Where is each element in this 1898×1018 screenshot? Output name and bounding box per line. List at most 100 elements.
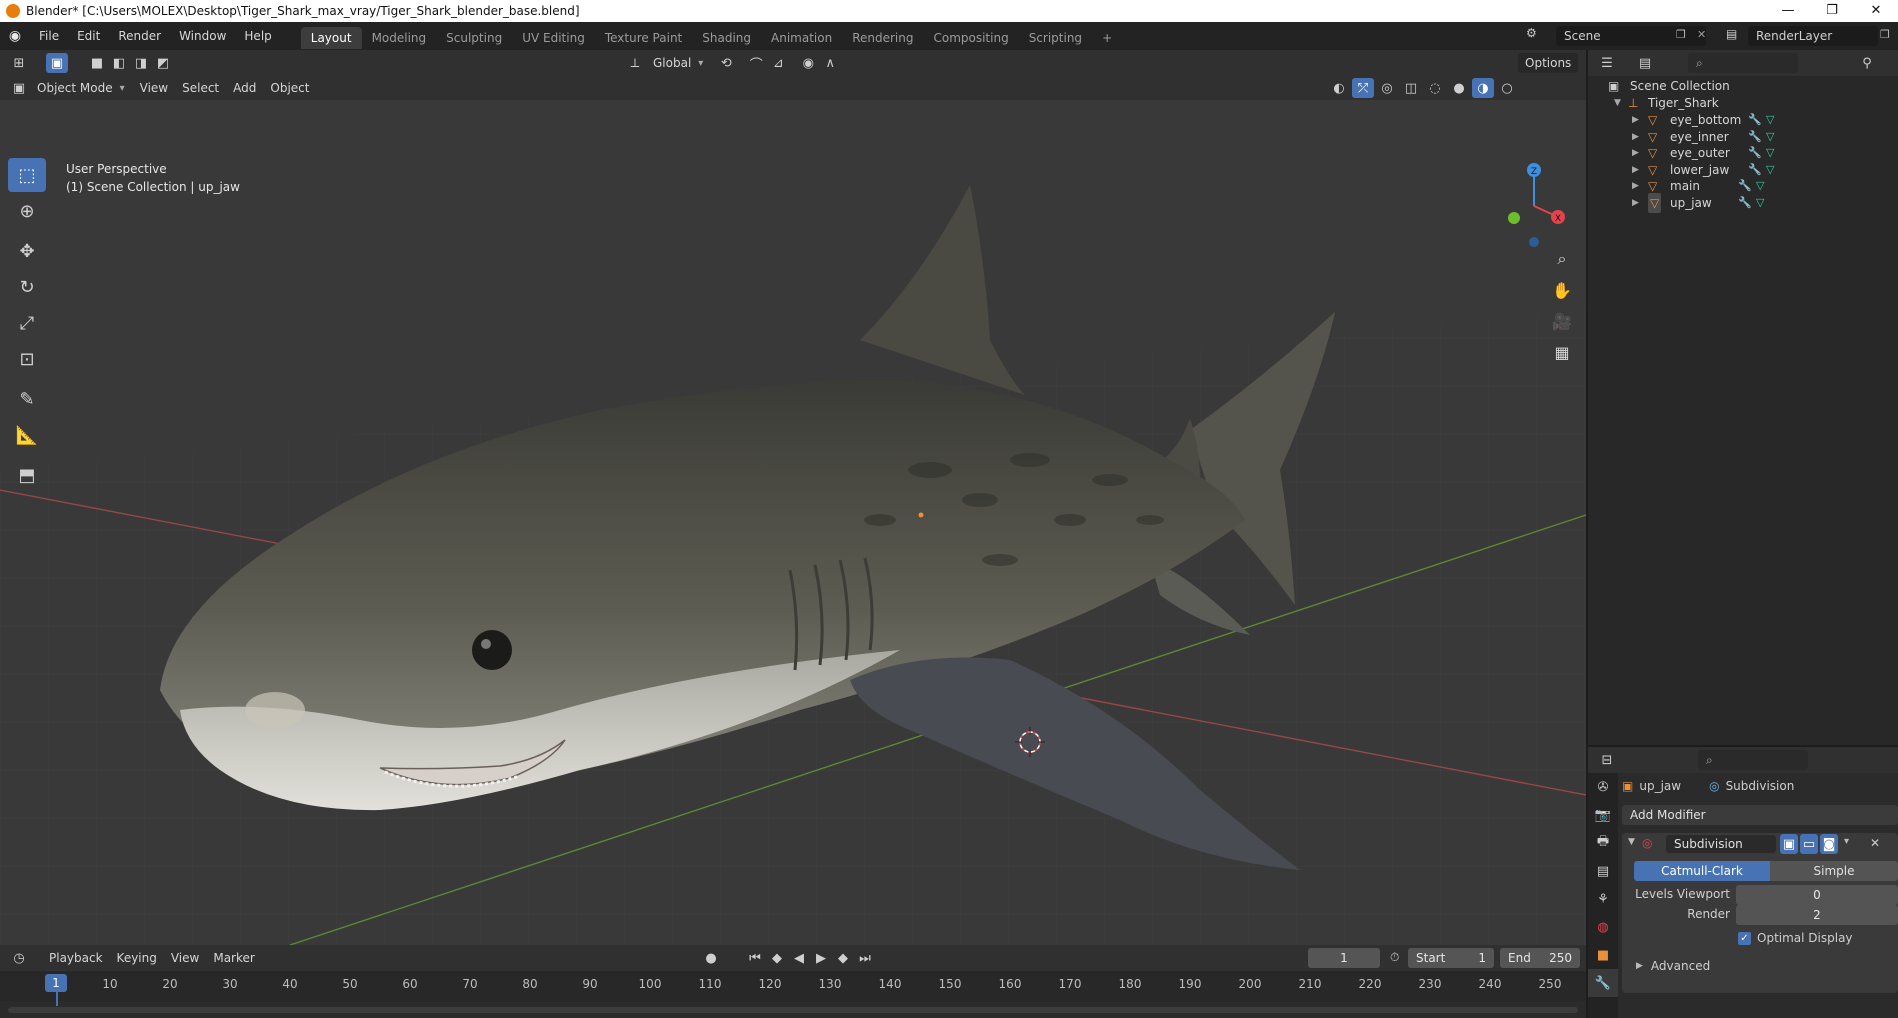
- jump-end-icon[interactable]: ⏭: [854, 948, 876, 968]
- tab-shading[interactable]: Shading: [692, 27, 761, 49]
- pivot-point-icon[interactable]: ⟲: [715, 53, 737, 73]
- edit-mode-toggle-icon[interactable]: ▣: [1780, 834, 1798, 854]
- current-frame-field[interactable]: 1: [1308, 948, 1380, 968]
- timeline-editor-type-icon[interactable]: ◷: [8, 948, 30, 968]
- menu-view[interactable]: View: [133, 78, 175, 98]
- gizmo-toggle-icon[interactable]: ⤱: [1352, 78, 1374, 98]
- mode-dropdown[interactable]: Object Mode: [30, 78, 120, 98]
- levels-viewport-field[interactable]: 0: [1736, 885, 1898, 905]
- modifier-wrench-icon[interactable]: 🔧: [1738, 193, 1752, 213]
- play-reverse-icon[interactable]: ◀: [788, 948, 810, 968]
- output-tab-icon[interactable]: 🖶: [1588, 829, 1618, 857]
- measure-tool-icon[interactable]: 📐: [8, 418, 46, 452]
- minimize-button[interactable]: —: [1766, 0, 1810, 22]
- next-keyframe-icon[interactable]: ◆: [832, 948, 854, 968]
- transform-orientation-dropdown[interactable]: Global: [646, 53, 698, 73]
- view-layer-icon[interactable]: ▤: [1726, 27, 1737, 41]
- proportional-edit-icon[interactable]: ◉: [797, 53, 819, 73]
- annotate-tool-icon[interactable]: ✎: [8, 382, 46, 416]
- menu-keying[interactable]: Keying: [110, 948, 164, 968]
- selection-intersect-icon[interactable]: ◩: [152, 53, 174, 73]
- modifier-tab-icon[interactable]: 🔧: [1588, 969, 1618, 997]
- menu-marker[interactable]: Marker: [206, 948, 261, 968]
- scale-tool-icon[interactable]: ⤢: [8, 306, 46, 340]
- cursor-tool-icon[interactable]: ⊕: [8, 194, 46, 228]
- ortho-grid-icon[interactable]: ▦: [1548, 338, 1576, 366]
- timeline-ruler[interactable]: 10 20 30 40 50 60 70 80 90 100 110 120 130 140 150 160 1…: [0, 971, 1586, 1006]
- selection-extend-icon[interactable]: ◧: [108, 53, 130, 73]
- falloff-icon[interactable]: ∧: [819, 53, 841, 73]
- shading-solid-icon[interactable]: ●: [1448, 78, 1470, 98]
- jump-start-icon[interactable]: ⏮: [744, 948, 766, 968]
- tab-layout[interactable]: Layout: [300, 27, 362, 49]
- remove-modifier-icon[interactable]: ✕: [1870, 836, 1880, 850]
- timeline-scrollbar[interactable]: [8, 1007, 1578, 1013]
- menu-edit[interactable]: Edit: [68, 22, 109, 50]
- start-frame-field[interactable]: Start 1: [1408, 948, 1494, 968]
- display-mode-icon[interactable]: ▤: [1634, 53, 1656, 73]
- simple-button[interactable]: Simple: [1770, 861, 1898, 881]
- menu-timeline-view[interactable]: View: [164, 948, 206, 968]
- stopwatch-icon[interactable]: ⏱: [1390, 950, 1399, 965]
- advanced-subpanel[interactable]: ▶ Advanced: [1636, 959, 1710, 973]
- expand-triangle-icon[interactable]: ▶: [1632, 193, 1639, 213]
- play-icon[interactable]: ▶: [810, 948, 832, 968]
- add-cube-tool-icon[interactable]: ⬒: [8, 458, 46, 492]
- tool-tab-icon[interactable]: ✇: [1588, 773, 1618, 801]
- blender-menu-icon[interactable]: ◉: [0, 28, 30, 44]
- selection-subtract-icon[interactable]: ◨: [130, 53, 152, 73]
- properties-editor-type-icon[interactable]: ⊟: [1596, 750, 1618, 770]
- editor-type-icon[interactable]: ⊞: [8, 53, 30, 73]
- end-frame-field[interactable]: End 250: [1500, 948, 1580, 968]
- camera-view-icon[interactable]: 🎥: [1548, 307, 1576, 335]
- outliner-search-input[interactable]: ⌕: [1688, 53, 1798, 73]
- menu-select[interactable]: Select: [175, 78, 226, 98]
- selection-new-icon[interactable]: ■: [86, 53, 108, 73]
- scene-copy-icon[interactable]: ❐: [1676, 28, 1686, 41]
- xray-icon[interactable]: ◫: [1400, 78, 1422, 98]
- view-layer-selector[interactable]: RenderLayer: [1748, 26, 1878, 46]
- tab-scripting[interactable]: Scripting: [1019, 27, 1092, 49]
- modifier-name-field[interactable]: Subdivision: [1666, 835, 1776, 853]
- tab-sculpting[interactable]: Sculpting: [436, 27, 512, 49]
- pan-hand-icon[interactable]: ✋: [1548, 276, 1576, 304]
- scene-icon[interactable]: ⚙: [1526, 26, 1537, 40]
- menu-file[interactable]: File: [30, 22, 68, 50]
- object-mode-icon[interactable]: ▣: [8, 78, 30, 98]
- tab-animation[interactable]: Animation: [761, 27, 842, 49]
- options-dropdown[interactable]: Options: [1518, 53, 1579, 73]
- tab-texture-paint[interactable]: Texture Paint: [595, 27, 692, 49]
- render-levels-field[interactable]: 2: [1736, 905, 1898, 925]
- shading-wireframe-icon[interactable]: ◌: [1424, 78, 1446, 98]
- move-tool-icon[interactable]: ✥: [8, 234, 46, 268]
- snap-element-icon[interactable]: ⊿: [767, 53, 789, 73]
- menu-playback[interactable]: Playback: [42, 948, 110, 968]
- overlays-icon[interactable]: ◎: [1376, 78, 1398, 98]
- scene-remove-icon[interactable]: ✕: [1697, 28, 1706, 41]
- snap-icon[interactable]: ⌒: [745, 53, 767, 73]
- navigation-gizmo[interactable]: Z X: [1490, 158, 1570, 248]
- optimal-display-checkbox[interactable]: ✓ Optimal Display: [1738, 931, 1853, 945]
- properties-search-input[interactable]: ⌕: [1698, 750, 1808, 770]
- close-window-button[interactable]: ✕: [1854, 0, 1898, 22]
- outliner-row-up-jaw[interactable]: ▶ ▽ up_jaw 🔧 ▽: [1588, 192, 1898, 213]
- menu-add[interactable]: Add: [226, 78, 263, 98]
- menu-render[interactable]: Render: [109, 22, 170, 50]
- menu-window[interactable]: Window: [170, 22, 235, 50]
- mesh-data-icon[interactable]: ▽: [1756, 193, 1764, 213]
- menu-object[interactable]: Object: [263, 78, 316, 98]
- shading-rendered-icon[interactable]: ○: [1496, 78, 1518, 98]
- render-tab-icon[interactable]: 📷: [1588, 801, 1618, 829]
- render-toggle-icon[interactable]: ◙: [1820, 834, 1838, 854]
- add-workspace-button[interactable]: +: [1092, 27, 1122, 49]
- view-layer-copy-icon[interactable]: ❐: [1880, 28, 1890, 41]
- prev-keyframe-icon[interactable]: ◆: [766, 948, 788, 968]
- add-modifier-button[interactable]: Add Modifier: [1622, 805, 1898, 825]
- outliner-editor-type-icon[interactable]: ☰: [1596, 53, 1618, 73]
- menu-help[interactable]: Help: [235, 22, 280, 50]
- tab-compositing[interactable]: Compositing: [923, 27, 1018, 49]
- panel-collapse-icon[interactable]: ▼: [1628, 837, 1635, 847]
- view-layer-tab-icon[interactable]: ▤: [1588, 857, 1618, 885]
- rotate-tool-icon[interactable]: ↻: [8, 270, 46, 304]
- zoom-icon[interactable]: ⌕: [1548, 245, 1576, 273]
